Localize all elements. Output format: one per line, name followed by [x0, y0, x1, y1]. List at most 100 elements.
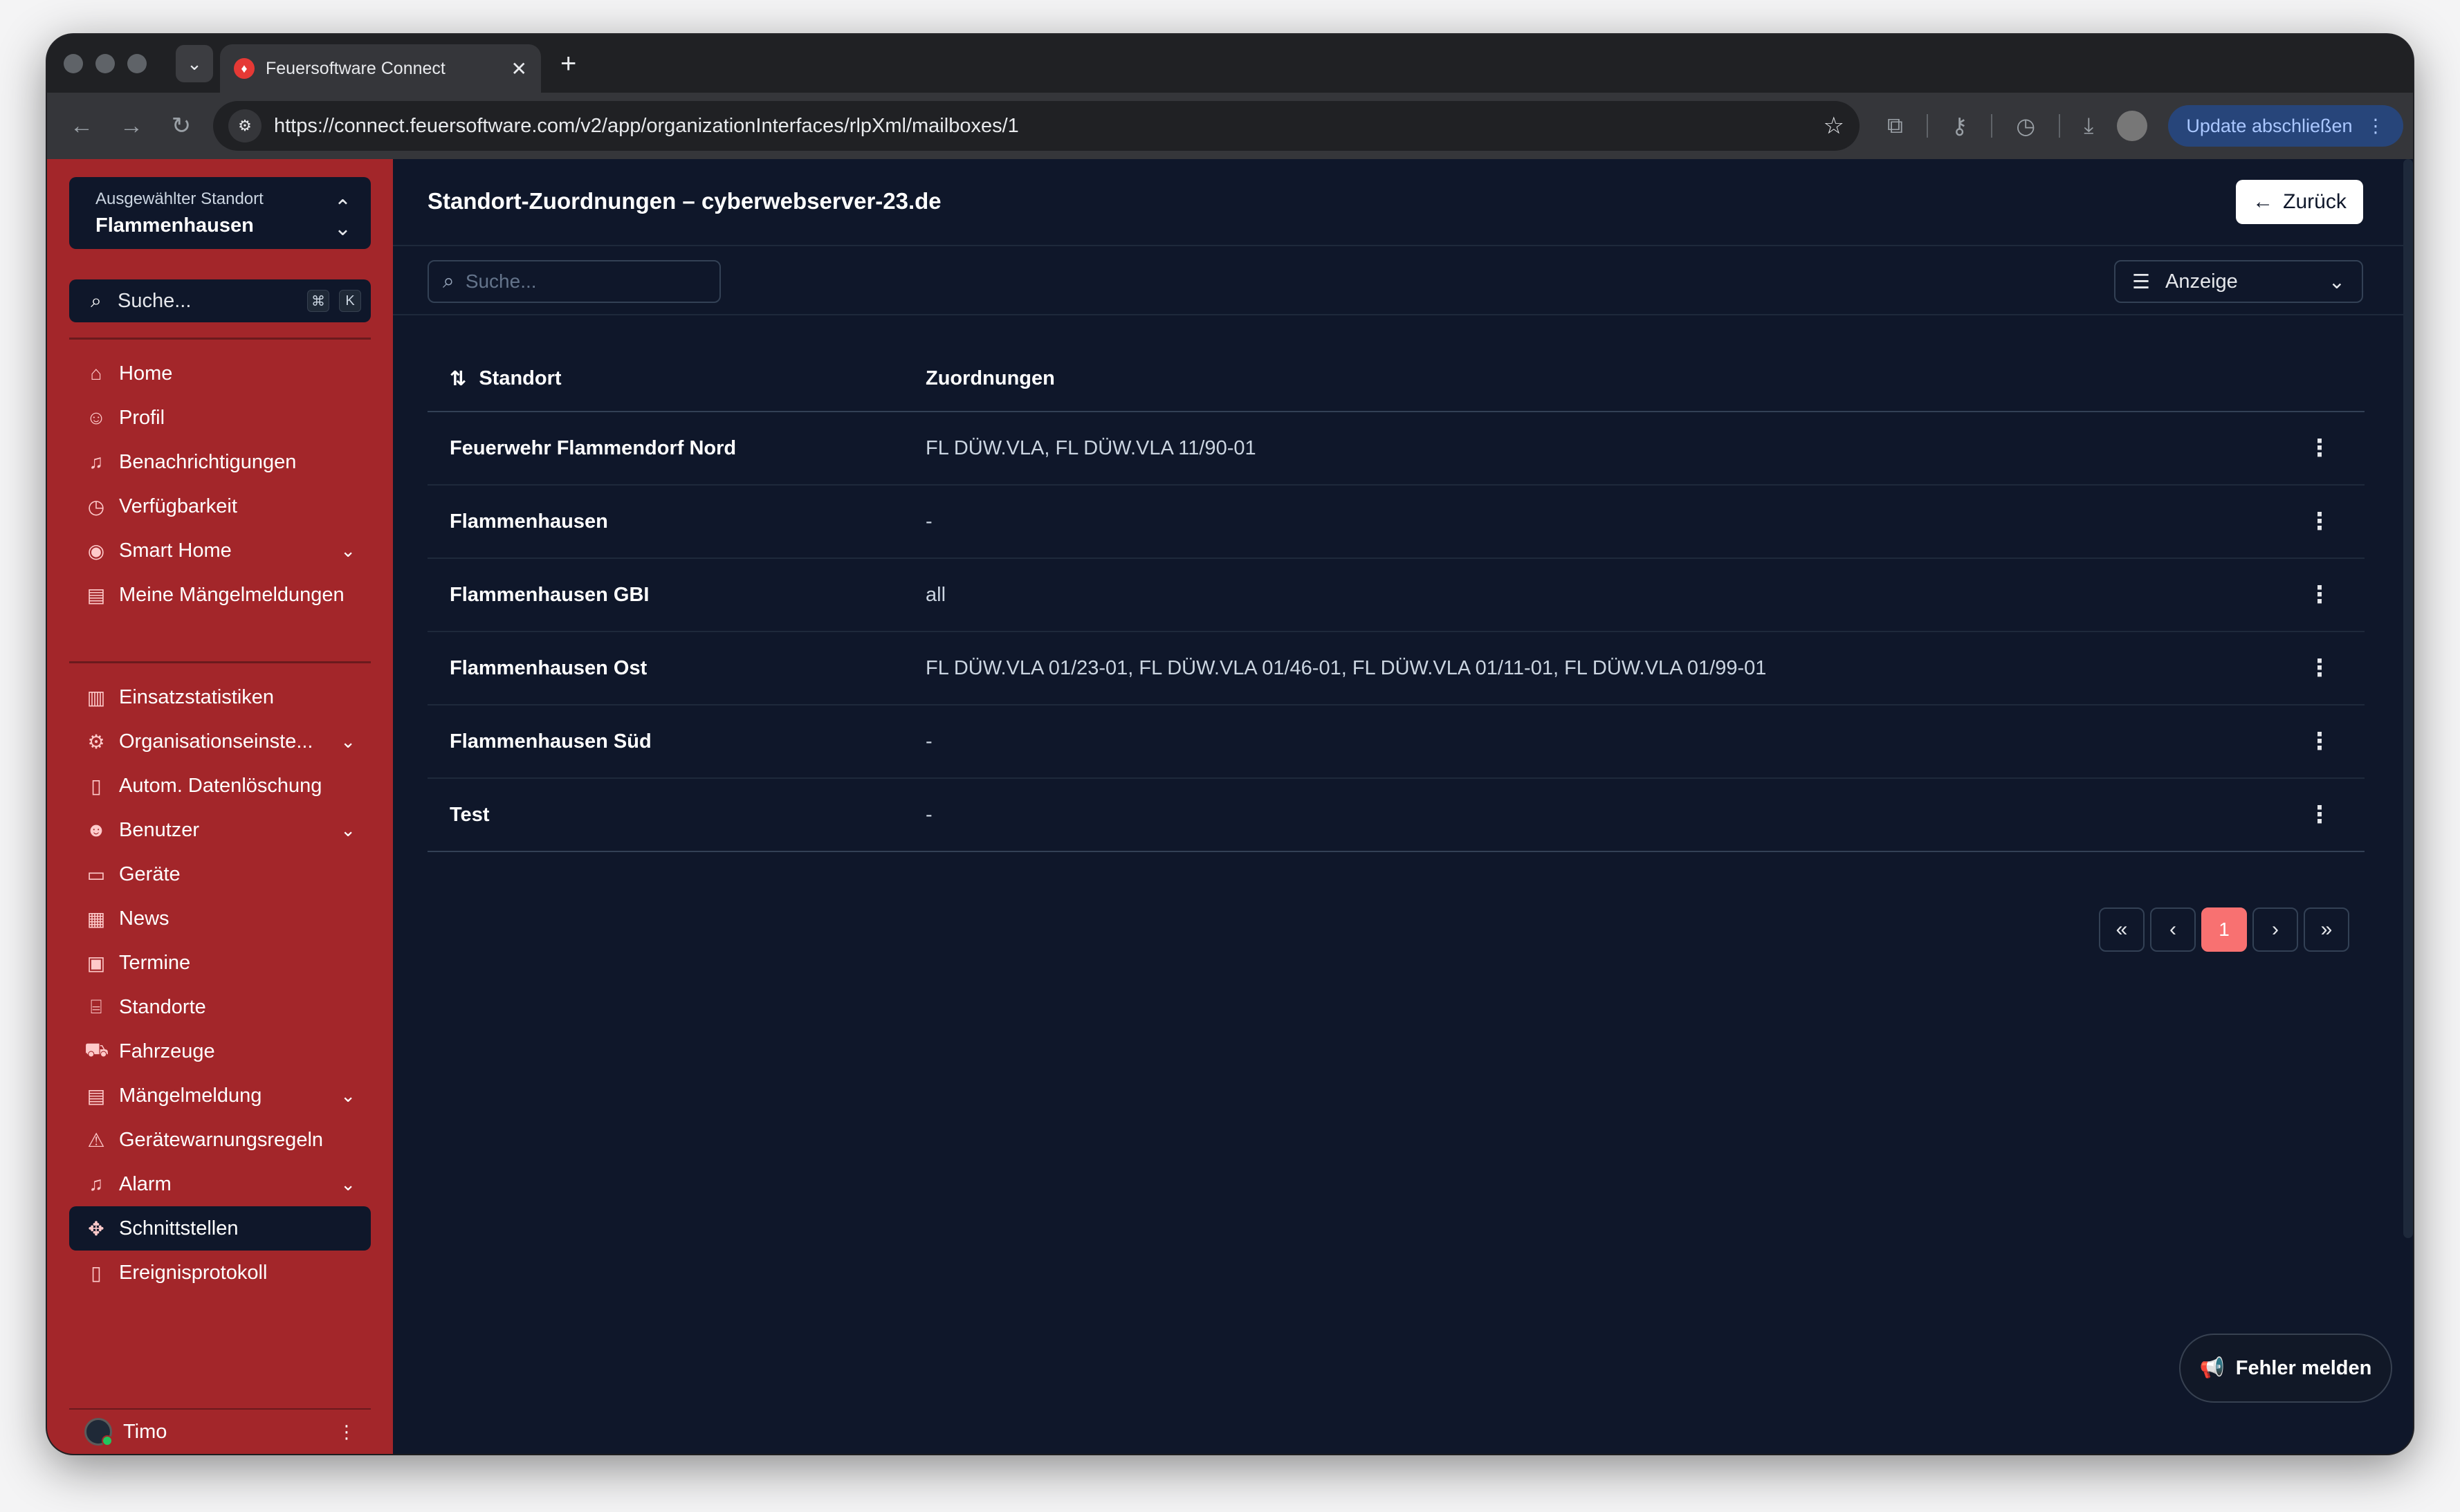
home-icon: ⌂ — [90, 362, 102, 384]
trash-icon: ▯ — [91, 775, 102, 797]
row-menu-icon[interactable]: ⋮ — [2275, 581, 2365, 609]
row-menu-icon[interactable]: ⋮ — [2275, 434, 2365, 462]
sidebar-divider — [69, 338, 371, 340]
download-icon[interactable]: ⤓ — [2084, 113, 2093, 139]
sidebar-item-label: Mängelmeldung — [119, 1084, 262, 1107]
column-header-zuordnungen: Zuordnungen — [926, 367, 1055, 389]
user-menu[interactable]: Timo ⋮ — [69, 1411, 371, 1453]
table-row: Flammenhausen - ⋮ — [428, 486, 2365, 559]
sidebar-item-label: Geräte — [119, 863, 181, 885]
assignments-table: ⇅ Standort Zuordnungen Feuerwehr Flammen… — [428, 346, 2365, 852]
password-key-icon[interactable]: ⚷ — [1952, 113, 1967, 139]
url-text[interactable]: https://connect.feuersoftware.com/v2/app… — [274, 115, 1811, 138]
row-menu-icon[interactable]: ⋮ — [2275, 508, 2365, 535]
site-settings-icon[interactable]: ⚙ — [228, 109, 261, 142]
sidebar-item-smart-home[interactable]: ◉ Smart Home ⌄ — [69, 528, 371, 573]
megaphone-icon: 📢 — [2199, 1357, 2225, 1379]
sidebar-item-datenloeschung[interactable]: ▯ Autom. Datenlöschung — [69, 764, 371, 808]
more-vert-icon: ⋮ — [2366, 115, 2385, 136]
sidebar-item-benachrichtigungen[interactable]: ♫ Benachrichtigungen — [69, 440, 371, 484]
sidebar-item-termine[interactable]: ▣ Termine — [69, 941, 371, 985]
cell-standort: Feuerwehr Flammendorf Nord — [450, 436, 737, 459]
location-selector[interactable]: Ausgewählter Standort Flammenhausen ⌃ ⌄ — [69, 177, 371, 249]
close-window-button[interactable] — [64, 54, 83, 73]
sidebar-item-organisationseinstellungen[interactable]: ⚙ Organisationseinste... ⌄ — [69, 719, 371, 764]
toolbar-divider — [1926, 114, 1928, 138]
row-menu-icon[interactable]: ⋮ — [2275, 801, 2365, 829]
address-bar[interactable]: ⚙ https://connect.feuersoftware.com/v2/a… — [213, 101, 1860, 151]
first-page-button[interactable]: « — [2099, 907, 2145, 952]
sidebar-nav-user: ⌂ Home ☺ Profil ♫ Benachrichtigungen ◷ Verfü… — [69, 351, 371, 617]
sidebar-item-home[interactable]: ⌂ Home — [69, 351, 371, 396]
column-header-label: Standort — [479, 367, 562, 389]
row-menu-icon[interactable]: ⋮ — [2275, 728, 2365, 755]
chevrons-right-icon: » — [2320, 918, 2333, 941]
sidebar-search[interactable]: ⌕ Suche... ⌘ K — [69, 279, 371, 322]
new-tab-button[interactable]: + — [560, 48, 576, 80]
building-icon: ⌸ — [90, 995, 102, 1017]
sidebar-item-alarm[interactable]: ♫ Alarm ⌄ — [69, 1162, 371, 1206]
sidebar-item-einsatzstatistiken[interactable]: ▥ Einsatzstatistiken — [69, 675, 371, 719]
back-button[interactable]: ← Zurück — [2236, 180, 2363, 224]
sidebar-item-news[interactable]: ▦ News — [69, 896, 371, 941]
forward-arrow-icon[interactable]: → — [116, 113, 147, 140]
cell-zuordnungen: FL DÜW.VLA 01/23-01, FL DÜW.VLA 01/46-01… — [926, 656, 1767, 679]
location-selector-label: Ausgewählter Standort — [95, 190, 264, 208]
sidebar-item-schnittstellen[interactable]: ✥ Schnittstellen — [69, 1206, 371, 1251]
tab-close-icon[interactable]: ✕ — [511, 57, 527, 80]
report-bug-button[interactable]: 📢 Fehler melden — [2179, 1334, 2392, 1403]
sidebar-item-ereignisprotokoll[interactable]: ▯ Ereignisprotokoll — [69, 1251, 371, 1295]
cell-standort: Flammenhausen Süd — [450, 730, 652, 753]
tab-search-button[interactable]: ⌄ — [176, 45, 213, 82]
row-menu-icon[interactable]: ⋮ — [2275, 654, 2365, 682]
update-label: Update abschließen — [2186, 115, 2353, 136]
sidebar-item-maengelmeldung[interactable]: ▤ Mängelmeldung ⌄ — [69, 1073, 371, 1118]
tab-title: Feuersoftware Connect — [266, 58, 446, 78]
sidebar-item-meine-maengelmeldungen[interactable]: ▤ Meine Mängelmeldungen — [69, 573, 371, 617]
newspaper-icon: ▦ — [86, 907, 106, 930]
view-options-button[interactable]: ☰ Anzeige ⌄ — [2114, 260, 2363, 303]
profile-avatar[interactable] — [2117, 111, 2148, 141]
browser-tab[interactable]: ♦ Feuersoftware Connect ✕ — [220, 44, 541, 93]
column-header-standort[interactable]: ⇅ Standort — [428, 367, 926, 391]
bookmark-star-icon[interactable]: ☆ — [1824, 112, 1844, 140]
bell-icon: ♫ — [89, 451, 104, 472]
sidebar-item-benutzer[interactable]: ☻ Benutzer ⌄ — [69, 808, 371, 852]
chevron-down-icon: ⌄ — [340, 1173, 356, 1195]
sidebar-item-fahrzeuge[interactable]: ⛟ Fahrzeuge — [69, 1029, 371, 1073]
bell-icon: ♫ — [89, 1173, 104, 1195]
main-content: Standort-Zuordnungen – cyberwebserver-23… — [393, 159, 2413, 1454]
sidebar-item-geraetewarnungsregeln[interactable]: ⚠ Gerätewarnungsregeln — [69, 1118, 371, 1162]
sidebar-item-profil[interactable]: ☺ Profil — [69, 396, 371, 440]
sort-arrows-icon[interactable]: ⇅ — [450, 367, 466, 391]
extensions-icon[interactable]: ⧉ — [1887, 113, 1903, 139]
maximize-window-button[interactable] — [127, 54, 147, 73]
sidebar-item-geraete[interactable]: ▭ Geräte — [69, 852, 371, 896]
clock-icon: ◷ — [87, 495, 105, 517]
sidebar-item-verfuegbarkeit[interactable]: ◷ Verfügbarkeit — [69, 484, 371, 528]
cell-zuordnungen: FL DÜW.VLA, FL DÜW.VLA 11/90-01 — [926, 436, 1256, 459]
view-options-label: Anzeige — [2165, 270, 2238, 293]
last-page-button[interactable]: » — [2304, 907, 2349, 952]
sidebar-nav-admin: ▥ Einsatzstatistiken ⚙ Organisationseinste… — [69, 675, 371, 1295]
sidebar-item-label: Schnittstellen — [119, 1217, 239, 1239]
sidebar-item-standorte[interactable]: ⌸ Standorte — [69, 985, 371, 1029]
minimize-window-button[interactable] — [95, 54, 115, 73]
reload-icon[interactable]: ↻ — [166, 112, 196, 140]
next-page-button[interactable]: › — [2252, 907, 2298, 952]
pagination: « ‹ 1 › » — [2099, 907, 2349, 952]
sidebar-item-label: Einsatzstatistiken — [119, 685, 275, 708]
table-search[interactable]: ⌕ — [428, 260, 721, 303]
scrollbar[interactable] — [2403, 159, 2413, 1238]
prev-page-button[interactable]: ‹ — [2150, 907, 2196, 952]
search-input[interactable] — [465, 270, 701, 293]
sidebar-item-label: Standorte — [119, 995, 206, 1018]
history-icon[interactable]: ◷ — [2016, 113, 2035, 139]
back-arrow-icon[interactable]: ← — [66, 113, 97, 140]
table-row: Test - ⋮ — [428, 779, 2365, 852]
update-button[interactable]: Update abschließen ⋮ — [2168, 105, 2403, 147]
more-vert-icon[interactable]: ⋮ — [338, 1421, 356, 1443]
toolbar-divider — [2059, 114, 2061, 138]
sidebar-divider — [69, 661, 371, 663]
current-page-button[interactable]: 1 — [2201, 907, 2247, 952]
